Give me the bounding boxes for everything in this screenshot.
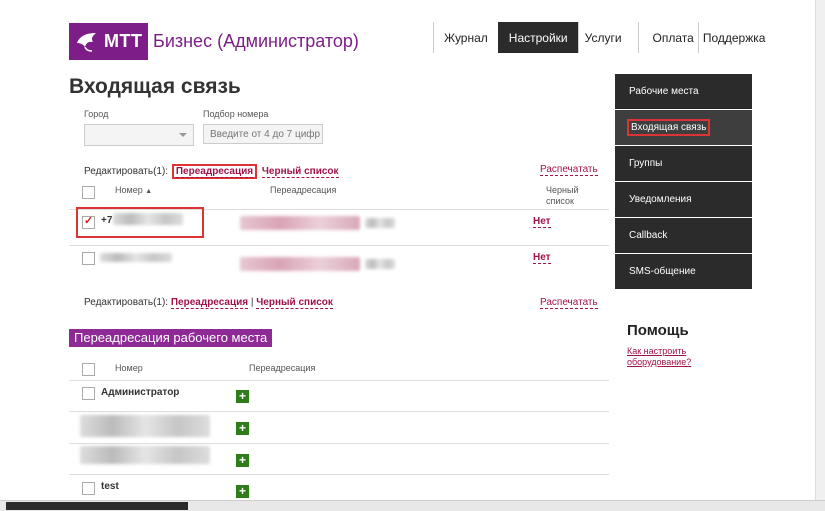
- workplace-name: test: [101, 481, 119, 492]
- sidebar-item-label: Группы: [629, 158, 663, 169]
- col-number-label: Номер: [115, 185, 143, 195]
- divider: [69, 380, 609, 381]
- sidebar-item-sms[interactable]: SMS-общение: [615, 254, 752, 289]
- city-label: Город: [84, 109, 109, 119]
- nav-journal[interactable]: Журнал: [433, 22, 498, 53]
- logo-text: Бизнес (Администратор): [153, 31, 359, 51]
- redacted-number: [100, 253, 172, 262]
- scrollbar[interactable]: [815, 0, 825, 500]
- col-forwarding: Переадресация: [249, 363, 316, 373]
- logo-mark: МТТ: [104, 31, 143, 51]
- print-link-top[interactable]: Распечатать: [540, 164, 598, 176]
- settings-sidebar: Рабочие места Входящая связь Группы Увед…: [615, 74, 752, 290]
- divider: [69, 411, 609, 412]
- redacted-forwarding: [240, 257, 360, 271]
- sidebar-item-groups[interactable]: Группы: [615, 146, 752, 181]
- logo[interactable]: МТТ: [69, 23, 148, 60]
- col-forwarding: Переадресация: [270, 185, 337, 195]
- separator: |: [250, 297, 254, 308]
- add-forwarding-button[interactable]: +: [236, 454, 249, 467]
- col-number[interactable]: Номер ▲: [115, 185, 152, 195]
- print-link-bottom[interactable]: Распечатать: [540, 297, 598, 309]
- sidebar-item-label: Входящая связь: [627, 119, 711, 136]
- sidebar-item-workplaces[interactable]: Рабочие места: [615, 74, 752, 109]
- forwarding-link[interactable]: Переадресация: [170, 297, 249, 309]
- nav-services[interactable]: Услуги: [577, 22, 638, 53]
- blacklist-link[interactable]: Черный список: [261, 166, 339, 178]
- row-checkbox[interactable]: [82, 387, 95, 400]
- section-title: Переадресация рабочего места: [69, 329, 273, 347]
- col-number: Номер: [115, 363, 143, 373]
- nav-payment[interactable]: Оплата: [637, 22, 698, 53]
- sidebar-item-callback[interactable]: Callback: [615, 218, 752, 253]
- blacklist-status[interactable]: Нет: [533, 216, 551, 228]
- number-search-label: Подбор номера: [203, 109, 269, 119]
- main-nav: Журнал Настройки Услуги Оплата Поддержка: [433, 22, 771, 53]
- redacted-forwarding: [240, 216, 360, 230]
- sidebar-item-label: SMS-общение: [629, 266, 696, 277]
- divider: [69, 474, 609, 475]
- col-blacklist: Черный список: [546, 185, 579, 206]
- row-checkbox[interactable]: [82, 482, 95, 495]
- row-number-prefix: +7: [101, 215, 113, 226]
- city-select[interactable]: [84, 124, 194, 146]
- help-title: Помощь: [627, 322, 689, 339]
- add-forwarding-button[interactable]: +: [236, 485, 249, 498]
- workplace-name: Администратор: [101, 387, 180, 398]
- redacted-forwarding-suffix: [365, 259, 395, 269]
- sidebar-item-incoming[interactable]: Входящая связь: [615, 110, 752, 145]
- row-checkbox[interactable]: [82, 252, 95, 265]
- help-link[interactable]: Как настроить оборудование?: [627, 346, 717, 368]
- edit-prefix: Редактировать(1):: [84, 297, 169, 308]
- sidebar-item-notifications[interactable]: Уведомления: [615, 182, 752, 217]
- number-search-input[interactable]: Введите от 4 до 7 цифр: [203, 124, 323, 144]
- nav-settings[interactable]: Настройки: [497, 22, 578, 53]
- nav-support[interactable]: Поддержка: [697, 22, 772, 53]
- edit-bar-top: Редактировать(1): Переадресация Черный с…: [84, 164, 339, 179]
- edit-prefix: Редактировать(1):: [84, 166, 169, 177]
- forwarding-link-highlight: Переадресация: [171, 164, 258, 179]
- forwarding-link[interactable]: Переадресация: [175, 166, 254, 178]
- select-all-checkbox[interactable]: [82, 363, 95, 376]
- divider: [69, 245, 609, 246]
- select-all-checkbox[interactable]: [82, 186, 95, 199]
- redacted-number: [113, 213, 183, 225]
- add-forwarding-button[interactable]: +: [236, 422, 249, 435]
- sidebar-item-label: Callback: [629, 230, 668, 241]
- row-checkbox[interactable]: [82, 214, 95, 229]
- sidebar-item-label: Уведомления: [629, 194, 692, 205]
- sort-asc-icon: ▲: [145, 188, 153, 195]
- page-title: Входящая связь: [69, 75, 241, 98]
- bird-logo-icon: [77, 32, 96, 52]
- add-forwarding-button[interactable]: +: [236, 390, 249, 403]
- edit-bar-bottom: Редактировать(1): Переадресация | Черный…: [84, 297, 333, 309]
- redacted-forwarding-suffix: [365, 218, 395, 228]
- redacted-row: [80, 415, 210, 437]
- sidebar-item-label: Рабочие места: [629, 86, 699, 97]
- divider: [69, 443, 609, 444]
- chevron-down-icon: [179, 133, 187, 137]
- redacted-row: [80, 446, 210, 464]
- blacklist-status[interactable]: Нет: [533, 252, 551, 264]
- taskbar-tab[interactable]: [6, 502, 188, 510]
- blacklist-link[interactable]: Черный список: [256, 297, 333, 309]
